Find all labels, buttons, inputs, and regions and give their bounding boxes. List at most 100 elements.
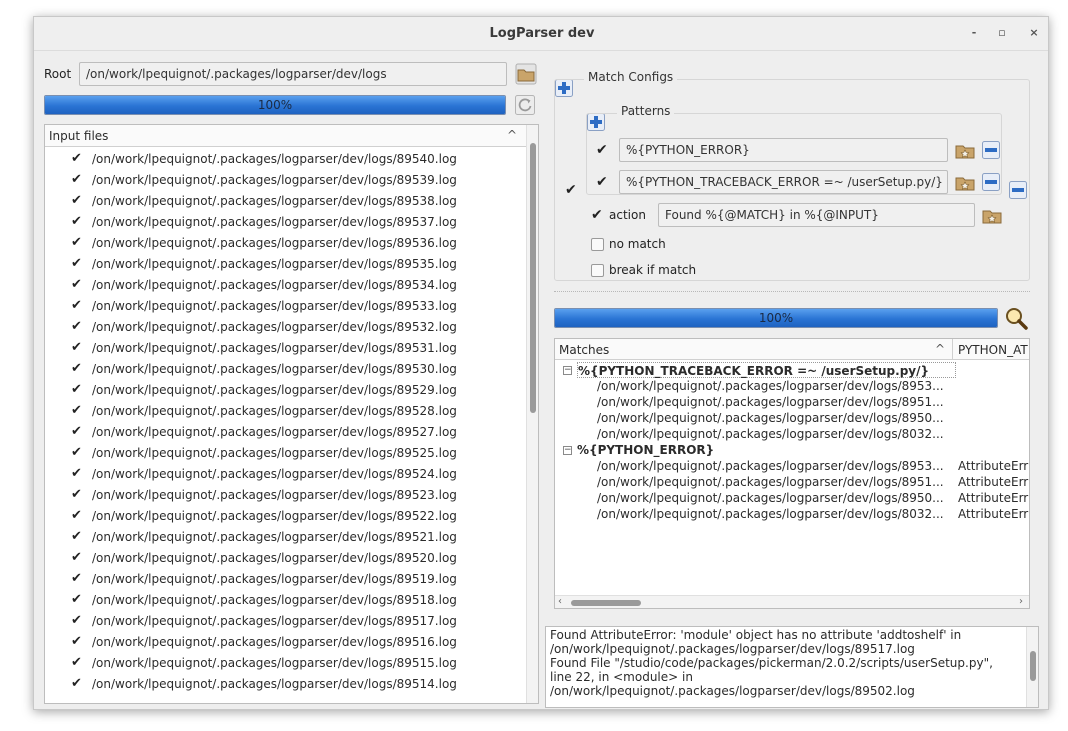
run-search-button[interactable]	[1004, 306, 1028, 330]
input-file-item[interactable]: ✔ /on/work/lpequignot/.packages/logparser…	[71, 295, 457, 316]
input-file-item[interactable]: ✔ /on/work/lpequignot/.packages/logparser…	[71, 547, 457, 568]
input-file-checkbox[interactable]: ✔	[71, 341, 84, 354]
input-file-checkbox[interactable]: ✔	[71, 236, 84, 249]
input-file-item[interactable]: ✔ /on/work/lpequignot/.packages/logparser…	[71, 442, 457, 463]
input-file-item[interactable]: ✔ /on/work/lpequignot/.packages/logparser…	[71, 253, 457, 274]
input-file-checkbox[interactable]: ✔	[71, 383, 84, 396]
log-output[interactable]: Found AttributeError: 'module' object ha…	[545, 626, 1039, 708]
input-file-checkbox[interactable]: ✔	[71, 635, 84, 648]
input-file-checkbox[interactable]: ✔	[71, 551, 84, 564]
input-file-item[interactable]: ✔ /on/work/lpequignot/.packages/logparser…	[71, 673, 457, 694]
input-file-item[interactable]: ✔ /on/work/lpequignot/.packages/logparser…	[71, 274, 457, 295]
match-row[interactable]: /on/work/lpequignot/.packages/logparser/…	[597, 394, 944, 410]
pattern-2-remove-button[interactable]	[982, 173, 1002, 193]
match-row[interactable]: /on/work/lpequignot/.packages/logparser/…	[597, 378, 944, 394]
input-files-scroll-thumb[interactable]	[530, 143, 536, 413]
input-file-item[interactable]: ✔ /on/work/lpequignot/.packages/logparser…	[71, 610, 457, 631]
scroll-left-icon[interactable]: ‹	[558, 596, 562, 607]
match-group-2[interactable]: %{PYTHON_ERROR}	[577, 442, 714, 458]
input-file-item[interactable]: ✔ /on/work/lpequignot/.packages/logparser…	[71, 358, 457, 379]
pattern-1-input[interactable]: %{PYTHON_ERROR}	[619, 138, 948, 162]
input-file-checkbox[interactable]: ✔	[71, 425, 84, 438]
match-row[interactable]: /on/work/lpequignot/.packages/logparser/…	[597, 490, 944, 506]
input-file-checkbox[interactable]: ✔	[71, 614, 84, 627]
input-file-item[interactable]: ✔ /on/work/lpequignot/.packages/logparser…	[71, 652, 457, 673]
input-file-checkbox[interactable]: ✔	[71, 446, 84, 459]
input-file-item[interactable]: ✔ /on/work/lpequignot/.packages/logparser…	[71, 463, 457, 484]
matches-header[interactable]: Matches ^ PYTHON_AT	[555, 339, 1029, 360]
input-file-item[interactable]: ✔ /on/work/lpequignot/.packages/logparser…	[71, 400, 457, 421]
pattern-2-input[interactable]: %{PYTHON_TRACEBACK_ERROR =~ /userSetup.p…	[619, 170, 948, 194]
close-button[interactable]: ×	[1026, 25, 1042, 41]
input-file-item[interactable]: ✔ /on/work/lpequignot/.packages/logparser…	[71, 484, 457, 505]
pattern-1-remove-button[interactable]	[982, 141, 1002, 161]
input-files-scrollbar[interactable]	[526, 125, 538, 703]
match-row[interactable]: /on/work/lpequignot/.packages/logparser/…	[597, 426, 944, 442]
input-file-item[interactable]: ✔ /on/work/lpequignot/.packages/logparser…	[71, 526, 457, 547]
matches-tree[interactable]: Matches ^ PYTHON_AT − %{PYTHON_TRACEBACK…	[554, 338, 1030, 609]
match-row[interactable]: /on/work/lpequignot/.packages/logparser/…	[597, 458, 944, 474]
input-file-checkbox[interactable]: ✔	[71, 257, 84, 270]
action-preset-button[interactable]	[981, 204, 1003, 226]
input-files-list[interactable]: Input files ^ ✔ /on/work/lpequignot/.pack…	[44, 124, 539, 704]
input-files-header[interactable]: Input files ^	[45, 125, 538, 147]
input-file-checkbox[interactable]: ✔	[71, 509, 84, 522]
input-file-checkbox[interactable]: ✔	[71, 299, 84, 312]
remove-match-config-button[interactable]	[1009, 181, 1029, 201]
input-file-item[interactable]: ✔ /on/work/lpequignot/.packages/logparser…	[71, 589, 457, 610]
input-file-checkbox[interactable]: ✔	[71, 677, 84, 690]
input-file-item[interactable]: ✔ /on/work/lpequignot/.packages/logparser…	[71, 568, 457, 589]
input-file-checkbox[interactable]: ✔	[71, 530, 84, 543]
group-2-collapse-icon[interactable]: −	[563, 446, 572, 455]
input-file-checkbox[interactable]: ✔	[71, 320, 84, 333]
matches-hscrollbar[interactable]: ‹ ›	[555, 595, 1029, 608]
action-input[interactable]: Found %{@MATCH} in %{@INPUT}	[658, 203, 975, 227]
input-file-checkbox[interactable]: ✔	[71, 215, 84, 228]
log-scroll-thumb[interactable]	[1030, 651, 1036, 681]
input-file-checkbox[interactable]: ✔	[71, 278, 84, 291]
input-file-item[interactable]: ✔ /on/work/lpequignot/.packages/logparser…	[71, 316, 457, 337]
input-file-item[interactable]: ✔ /on/work/lpequignot/.packages/logparser…	[71, 421, 457, 442]
input-file-checkbox[interactable]: ✔	[71, 152, 84, 165]
input-file-item[interactable]: ✔ /on/work/lpequignot/.packages/logparser…	[71, 337, 457, 358]
pattern-2-preset-button[interactable]	[954, 171, 976, 193]
refresh-button[interactable]	[515, 95, 535, 115]
input-file-item[interactable]: ✔ /on/work/lpequignot/.packages/logparser…	[71, 379, 457, 400]
input-file-checkbox[interactable]: ✔	[71, 173, 84, 186]
match-config-enabled-checkbox[interactable]: ✔	[565, 183, 577, 197]
input-file-checkbox[interactable]: ✔	[71, 593, 84, 606]
input-file-item[interactable]: ✔ /on/work/lpequignot/.packages/logparser…	[71, 148, 457, 169]
browse-root-button[interactable]	[515, 63, 537, 85]
input-file-checkbox[interactable]: ✔	[71, 404, 84, 417]
input-file-item[interactable]: ✔ /on/work/lpequignot/.packages/logparser…	[71, 190, 457, 211]
input-file-item[interactable]: ✔ /on/work/lpequignot/.packages/logparser…	[71, 505, 457, 526]
input-file-item[interactable]: ✔ /on/work/lpequignot/.packages/logparser…	[71, 631, 457, 652]
input-file-item[interactable]: ✔ /on/work/lpequignot/.packages/logparser…	[71, 232, 457, 253]
input-file-item[interactable]: ✔ /on/work/lpequignot/.packages/logparser…	[71, 211, 457, 232]
root-path-input[interactable]: /on/work/lpequignot/.packages/logparser/…	[79, 62, 507, 86]
input-file-checkbox[interactable]: ✔	[71, 488, 84, 501]
break-if-match-checkbox[interactable]	[591, 264, 604, 277]
scroll-right-icon[interactable]: ›	[1019, 596, 1023, 607]
pattern-1-checkbox[interactable]: ✔	[596, 143, 608, 157]
minimize-button[interactable]: -	[966, 25, 982, 41]
match-row[interactable]: /on/work/lpequignot/.packages/logparser/…	[597, 410, 944, 426]
input-file-checkbox[interactable]: ✔	[71, 194, 84, 207]
input-file-checkbox[interactable]: ✔	[71, 572, 84, 585]
match-group-1[interactable]: %{PYTHON_TRACEBACK_ERROR =~ /userSetup.p…	[577, 362, 957, 378]
pattern-2-checkbox[interactable]: ✔	[596, 175, 608, 189]
input-file-item[interactable]: ✔ /on/work/lpequignot/.packages/logparser…	[71, 169, 457, 190]
matches-hscroll-thumb[interactable]	[571, 600, 641, 606]
match-row[interactable]: /on/work/lpequignot/.packages/logparser/…	[597, 474, 944, 490]
input-file-checkbox[interactable]: ✔	[71, 656, 84, 669]
action-checkbox[interactable]: ✔	[591, 208, 603, 222]
maximize-button[interactable]: ▫	[994, 25, 1010, 41]
match-row[interactable]: /on/work/lpequignot/.packages/logparser/…	[597, 506, 944, 522]
input-file-checkbox[interactable]: ✔	[71, 362, 84, 375]
pattern-1-preset-button[interactable]	[954, 139, 976, 161]
log-scrollbar[interactable]	[1026, 627, 1038, 707]
input-file-checkbox[interactable]: ✔	[71, 467, 84, 480]
no-match-checkbox[interactable]	[591, 238, 604, 251]
splitter[interactable]	[554, 291, 1030, 292]
group-1-collapse-icon[interactable]: −	[563, 366, 572, 375]
